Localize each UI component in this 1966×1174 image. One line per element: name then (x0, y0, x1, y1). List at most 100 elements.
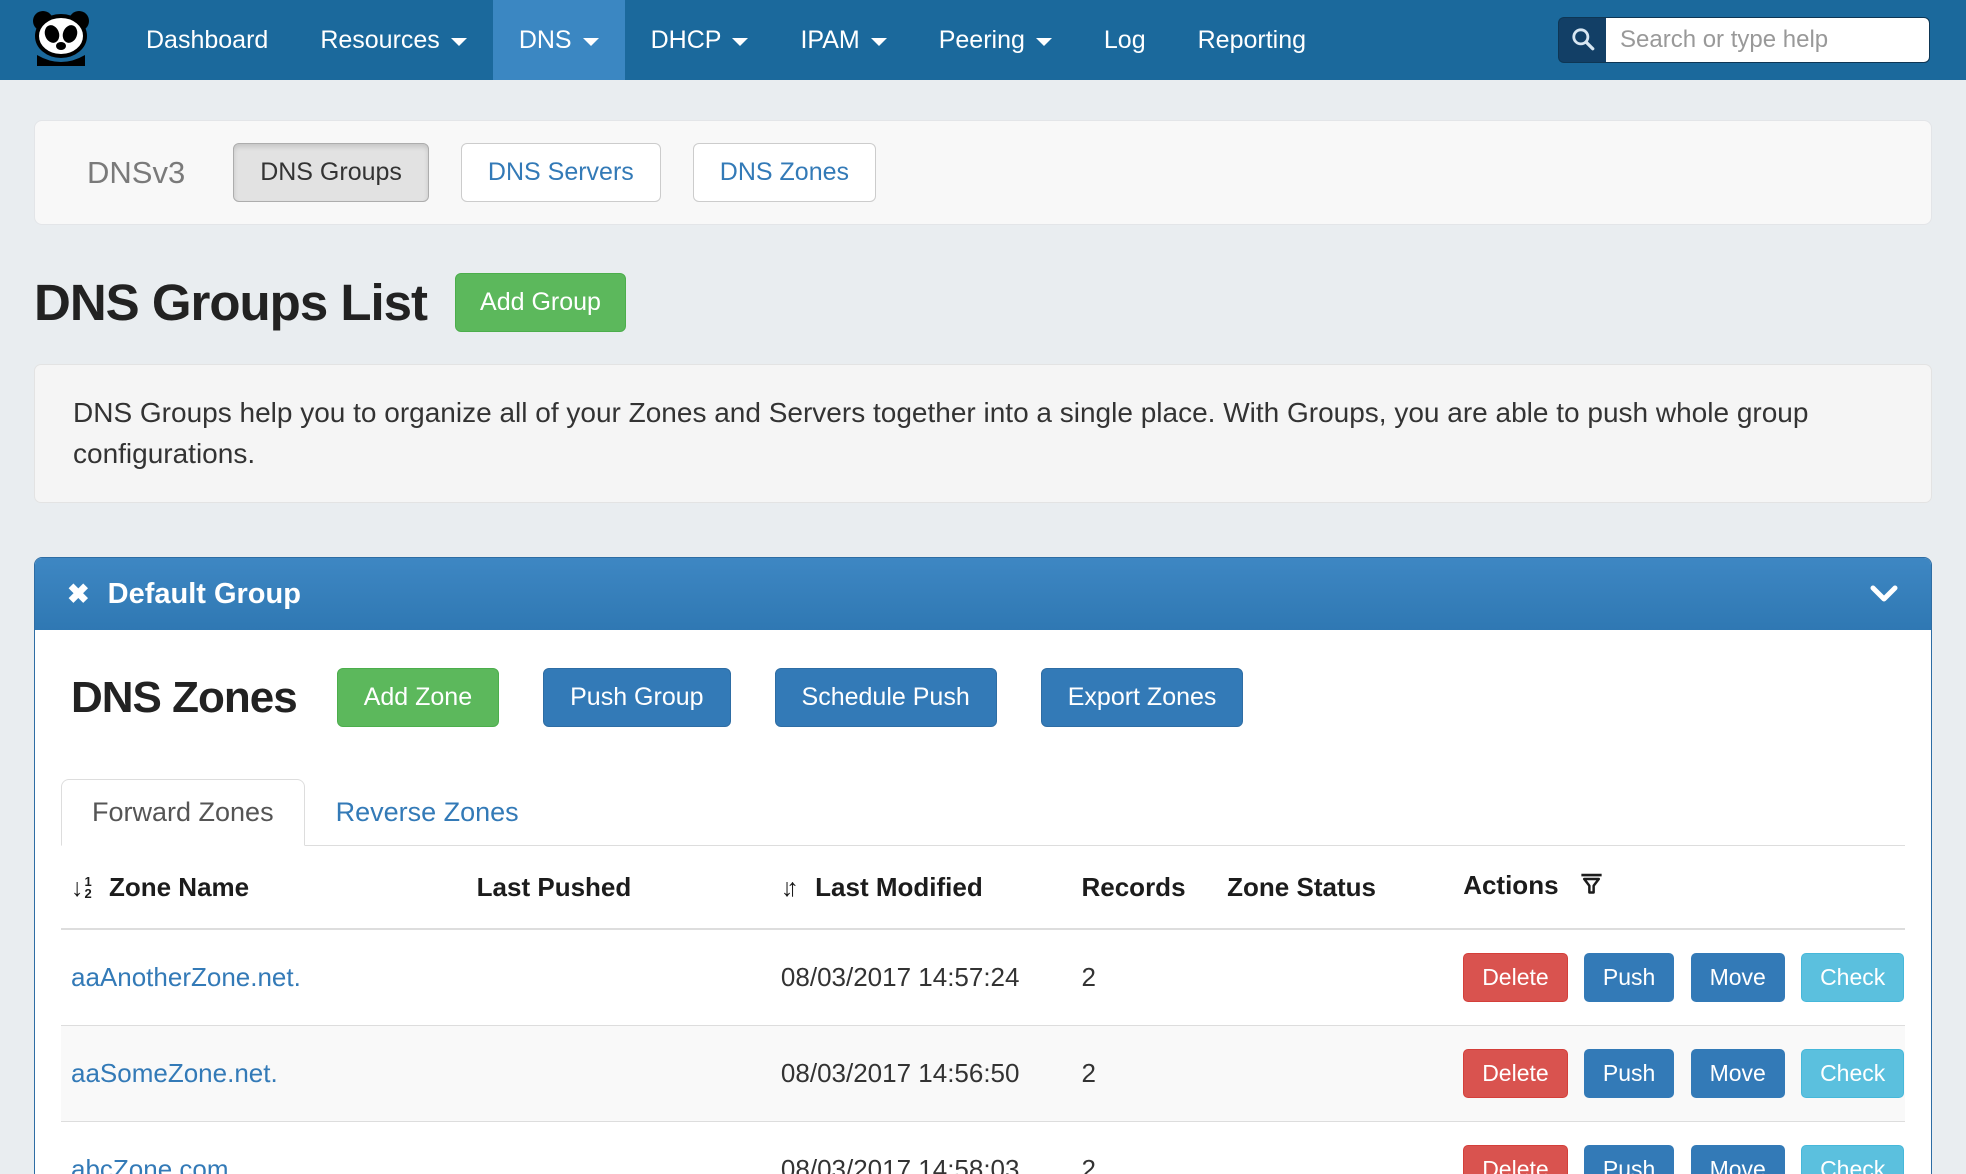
schedule-push-button[interactable]: Schedule Push (775, 668, 997, 727)
digit-two: 2 (85, 888, 92, 900)
panel-title: Default Group (108, 578, 301, 611)
zone-name-link[interactable]: aaSomeZone.net. (71, 1058, 278, 1088)
search-input[interactable] (1606, 17, 1930, 63)
table-header-row: ↓ 1 2 Zone Name Last Pushed ↓↑ La (61, 846, 1905, 929)
caret-down-icon (451, 38, 467, 46)
records-cell: 2 (1071, 1026, 1217, 1122)
caret-down-icon (583, 38, 599, 46)
caret-down-icon (732, 38, 748, 46)
col-last-modified[interactable]: ↓↑ Last Modified (771, 846, 1072, 929)
nav-dns[interactable]: DNS (493, 0, 625, 80)
zone-status-cell (1217, 1122, 1453, 1174)
chevron-down-icon[interactable] (1869, 585, 1899, 603)
subnav-dns-zones-button[interactable]: DNS Zones (693, 143, 876, 202)
main-nav: Dashboard Resources DNS DHCP IPAM Peerin… (120, 0, 1332, 80)
col-records-label: Records (1081, 872, 1185, 902)
nav-reporting-label: Reporting (1198, 26, 1306, 55)
nav-resources[interactable]: Resources (294, 0, 493, 80)
zones-heading-row: DNS Zones Add Zone Push Group Schedule P… (71, 668, 1905, 727)
col-zone-name-label: Zone Name (109, 872, 249, 902)
dns-zones-title: DNS Zones (71, 673, 297, 723)
tab-reverse-zones-label: Reverse Zones (336, 797, 519, 827)
caret-down-icon (871, 38, 887, 46)
nav-log[interactable]: Log (1078, 0, 1172, 80)
tab-reverse-zones[interactable]: Reverse Zones (305, 779, 550, 846)
check-button[interactable]: Check (1801, 1049, 1904, 1098)
sort-digits: 1 2 (85, 876, 92, 900)
dns-subnav: DNSv3 DNS Groups DNS Servers DNS Zones (34, 120, 1932, 225)
page-title: DNS Groups List (34, 273, 427, 332)
nav-dashboard[interactable]: Dashboard (120, 0, 294, 80)
actions-cell: Delete Push Move Check (1453, 929, 1905, 1026)
col-last-pushed: Last Pushed (467, 846, 771, 929)
move-button[interactable]: Move (1691, 953, 1785, 1002)
nav-reporting[interactable]: Reporting (1172, 0, 1332, 80)
zone-status-cell (1217, 929, 1453, 1026)
delete-button[interactable]: Delete (1463, 1145, 1567, 1174)
col-zone-status-label: Zone Status (1227, 872, 1376, 902)
check-button[interactable]: Check (1801, 1145, 1904, 1174)
nav-dhcp[interactable]: DHCP (625, 0, 775, 80)
nav-dhcp-label: DHCP (651, 26, 722, 55)
last-modified-cell: 08/03/2017 14:58:03 (771, 1122, 1072, 1174)
nav-dashboard-label: Dashboard (146, 26, 268, 55)
panel-header[interactable]: ✖ Default Group (35, 558, 1931, 630)
col-records: Records (1071, 846, 1217, 929)
zones-tabs: Forward Zones Reverse Zones (61, 779, 1905, 846)
zone-name-link[interactable]: aaAnotherZone.net. (71, 962, 301, 992)
check-button[interactable]: Check (1801, 953, 1904, 1002)
subnav-dns-groups-button[interactable]: DNS Groups (233, 143, 429, 202)
nav-log-label: Log (1104, 26, 1146, 55)
nav-resources-label: Resources (320, 26, 440, 55)
zone-name-link[interactable]: abcZone.com. (71, 1154, 236, 1174)
col-actions-label: Actions (1463, 870, 1558, 900)
nav-peering[interactable]: Peering (913, 0, 1078, 80)
last-modified-cell: 08/03/2017 14:57:24 (771, 929, 1072, 1026)
subnav-dns-servers-button[interactable]: DNS Servers (461, 143, 661, 202)
delete-button[interactable]: Delete (1463, 1049, 1567, 1098)
search-button[interactable] (1558, 17, 1606, 63)
description-well: DNS Groups help you to organize all of y… (34, 364, 1932, 503)
filter-icon[interactable] (1578, 873, 1605, 903)
push-button[interactable]: Push (1584, 953, 1674, 1002)
top-navbar: Dashboard Resources DNS DHCP IPAM Peerin… (0, 0, 1966, 80)
caret-down-icon (1036, 38, 1052, 46)
actions-cell: Delete Push Move Check (1453, 1122, 1905, 1174)
sort-icon[interactable]: ↓↑ (781, 874, 792, 902)
last-pushed-cell (467, 1122, 771, 1174)
sort-numeric-icon[interactable]: ↓ 1 2 (71, 876, 92, 901)
tab-forward-zones-label: Forward Zones (92, 797, 274, 827)
dnsv3-label: DNSv3 (87, 155, 185, 191)
col-last-pushed-label: Last Pushed (477, 872, 632, 902)
delete-button[interactable]: Delete (1463, 953, 1567, 1002)
tab-forward-zones[interactable]: Forward Zones (61, 779, 305, 846)
push-group-button[interactable]: Push Group (543, 668, 730, 727)
col-zone-name[interactable]: ↓ 1 2 Zone Name (61, 846, 467, 929)
close-icon[interactable]: ✖ (67, 581, 90, 608)
col-zone-status: Zone Status (1217, 846, 1453, 929)
zone-status-cell (1217, 1026, 1453, 1122)
page-heading: DNS Groups List Add Group (34, 273, 1932, 332)
push-button[interactable]: Push (1584, 1145, 1674, 1174)
panel-body: DNS Zones Add Zone Push Group Schedule P… (35, 630, 1931, 1174)
app-logo[interactable] (30, 0, 92, 80)
search-icon (1570, 26, 1596, 55)
add-group-button[interactable]: Add Group (455, 273, 626, 332)
move-button[interactable]: Move (1691, 1049, 1785, 1098)
description-text: DNS Groups help you to organize all of y… (73, 397, 1808, 469)
move-button[interactable]: Move (1691, 1145, 1785, 1174)
push-button[interactable]: Push (1584, 1049, 1674, 1098)
default-group-panel: ✖ Default Group DNS Zones Add Zone Push … (34, 557, 1932, 1174)
nav-dns-label: DNS (519, 26, 572, 55)
export-zones-button[interactable]: Export Zones (1041, 668, 1244, 727)
nav-ipam[interactable]: IPAM (774, 0, 912, 80)
add-zone-button[interactable]: Add Zone (337, 668, 499, 727)
panda-logo-icon (30, 10, 92, 71)
sort-arrow-glyph: ↓ (71, 876, 84, 901)
table-row: abcZone.com. 08/03/2017 14:58:03 2 Delet… (61, 1122, 1905, 1174)
zones-table: ↓ 1 2 Zone Name Last Pushed ↓↑ La (61, 846, 1905, 1174)
last-pushed-cell (467, 929, 771, 1026)
nav-peering-label: Peering (939, 26, 1025, 55)
col-last-modified-label: Last Modified (815, 872, 983, 902)
table-row: aaSomeZone.net. 08/03/2017 14:56:50 2 De… (61, 1026, 1905, 1122)
